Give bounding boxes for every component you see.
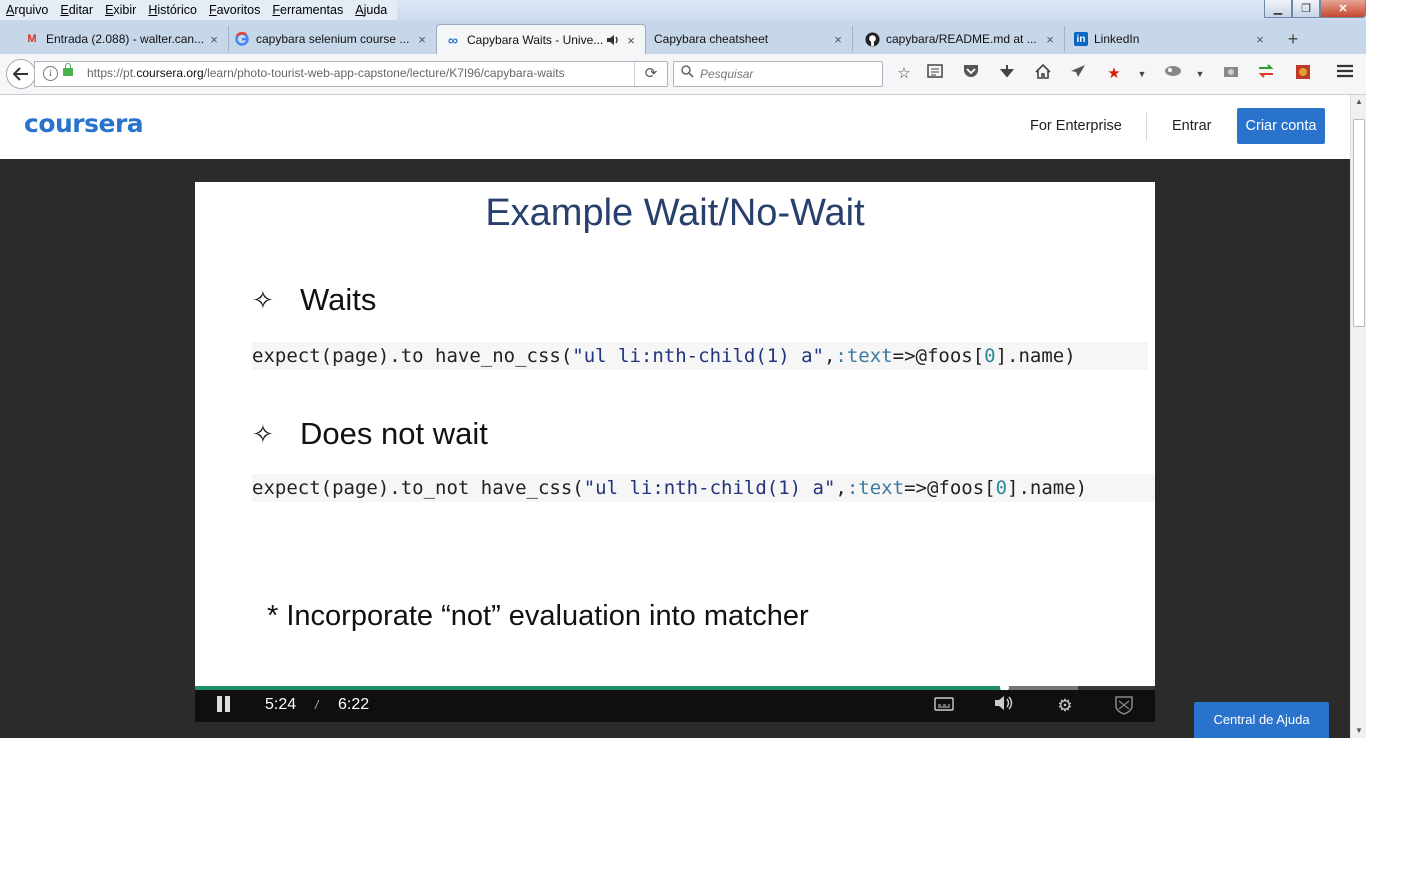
star-bullet-icon: ✧ <box>252 285 274 315</box>
code-line-no-wait: expect(page).to_not have_css("ul li:nth-… <box>252 474 1155 502</box>
slide-note: * Incorporate “not” evaluation into matc… <box>267 600 809 632</box>
page-content: coursera For Enterprise Entrar Criar con… <box>0 95 1350 738</box>
menu-bar: Arquivo Editar Exibir Histórico Favorito… <box>0 0 1366 20</box>
send-icon[interactable] <box>1068 64 1088 84</box>
star-icon[interactable]: ☆ <box>894 64 914 84</box>
tab-title: Entrada (2.088) - walter.can... <box>46 32 205 46</box>
close-tab-icon[interactable]: × <box>623 33 639 48</box>
pocket-icon[interactable] <box>961 64 981 84</box>
menu-historico[interactable]: Histórico <box>142 0 203 20</box>
menu-exibir[interactable]: Exibir <box>99 0 142 20</box>
menu-favoritos[interactable]: Favoritos <box>203 0 266 20</box>
tab-title: LinkedIn <box>1094 32 1140 46</box>
help-center-button[interactable]: Central de Ajuda <box>1194 702 1329 738</box>
tab-gmail[interactable]: M Entrada (2.088) - walter.can... × <box>16 26 229 52</box>
search-icon <box>681 65 694 81</box>
chevron-down-icon[interactable]: ▼ <box>1190 64 1210 84</box>
site-info-icon[interactable]: i <box>43 66 58 81</box>
video-stage: Example Wait/No-Wait ✧ Waits expect(page… <box>0 159 1350 738</box>
login-link[interactable]: Entrar <box>1172 118 1212 134</box>
settings-icon[interactable]: ⚙ <box>1053 695 1077 717</box>
pause-icon[interactable] <box>217 696 231 712</box>
page-scrollbar[interactable]: ▲ ▼ <box>1350 95 1366 738</box>
navigation-bar: i https://pt.coursera.org/learn/photo-to… <box>0 54 1366 95</box>
chevron-down-icon[interactable]: ▼ <box>1132 64 1152 84</box>
tab-linkedin[interactable]: in LinkedIn × <box>1066 26 1274 52</box>
linkedin-icon: in <box>1074 32 1088 46</box>
close-window-button[interactable]: ✕ <box>1320 0 1366 18</box>
tab-title: Capybara Waits - Unive... <box>467 33 604 47</box>
coursera-icon: ∞ <box>448 32 458 48</box>
close-tab-icon[interactable]: × <box>830 32 846 47</box>
bullet-waits: Waits <box>300 282 377 317</box>
close-tab-icon[interactable]: × <box>206 32 222 47</box>
tab-google[interactable]: capybara selenium course ... × <box>226 26 437 52</box>
lock-icon <box>63 63 73 76</box>
tab-title: capybara selenium course ... <box>256 32 410 46</box>
search-placeholder: Pesquisar <box>700 67 754 81</box>
tab-coursera-active[interactable]: ∞ Capybara Waits - Unive... × <box>436 24 646 55</box>
url-bar[interactable]: i https://pt.coursera.org/learn/photo-to… <box>34 61 668 87</box>
search-bar[interactable]: Pesquisar <box>673 61 883 87</box>
site-header: coursera For Enterprise Entrar Criar con… <box>0 95 1350 159</box>
fullscreen-icon[interactable] <box>1112 695 1136 717</box>
tab-capybara-cheatsheet[interactable]: Capybara cheatsheet × <box>646 26 853 52</box>
captions-icon[interactable] <box>932 695 956 717</box>
current-time: 5:24 <box>265 696 297 713</box>
tab-strip: M Entrada (2.088) - walter.can... × capy… <box>0 24 1366 55</box>
star-bullet-icon: ✧ <box>252 419 274 449</box>
code-line-waits: expect(page).to have_no_css("ul li:nth-c… <box>252 342 1148 370</box>
minimize-button[interactable]: ▁ <box>1264 0 1292 18</box>
signup-button[interactable]: Criar conta <box>1237 108 1325 144</box>
gmail-icon: M <box>27 33 37 45</box>
menu-arquivo[interactable]: Arquivo <box>0 0 54 20</box>
bookmark-star-icon[interactable]: ★ <box>1104 64 1124 84</box>
addon-icon[interactable] <box>1293 64 1313 84</box>
close-tab-icon[interactable]: × <box>1042 32 1058 47</box>
for-enterprise-link[interactable]: For Enterprise <box>1030 118 1122 134</box>
new-tab-button[interactable]: + <box>1280 26 1306 52</box>
github-icon <box>864 31 880 47</box>
close-tab-icon[interactable]: × <box>1252 32 1268 47</box>
scrollbar-thumb[interactable] <box>1353 119 1365 327</box>
menu-ferramentas[interactable]: Ferramentas <box>266 0 349 20</box>
scroll-down-icon[interactable]: ▼ <box>1351 724 1366 738</box>
tab-title: Capybara cheatsheet <box>654 32 769 46</box>
restore-button[interactable]: ❐ <box>1292 0 1320 18</box>
video-frame[interactable]: Example Wait/No-Wait ✧ Waits expect(page… <box>195 182 1155 690</box>
download-icon[interactable] <box>997 64 1017 84</box>
speaker-icon[interactable] <box>605 32 621 48</box>
home-icon[interactable] <box>1033 63 1053 84</box>
back-button[interactable] <box>6 59 36 89</box>
google-icon <box>234 31 250 47</box>
time-separator: / <box>315 698 319 712</box>
tab-github[interactable]: capybara/README.md at ... × <box>856 26 1065 52</box>
reload-icon[interactable]: ⟳ <box>634 62 667 86</box>
player-controls: 5:24 / 6:22 ⚙ <box>195 690 1155 722</box>
url-text[interactable]: https://pt.coursera.org/learn/photo-tour… <box>87 66 565 80</box>
duration: 6:22 <box>338 696 370 713</box>
close-tab-icon[interactable]: × <box>414 32 430 47</box>
sync-icon[interactable] <box>1256 64 1276 84</box>
menu-icon[interactable] <box>1335 64 1355 84</box>
volume-icon[interactable] <box>992 695 1016 717</box>
menu-editar[interactable]: Editar <box>54 0 99 20</box>
browser-window: Arquivo Editar Exibir Histórico Favorito… <box>0 0 1366 738</box>
slide-title: Example Wait/No-Wait <box>485 192 865 234</box>
divider <box>1146 113 1147 141</box>
menu-ajuda[interactable]: Ajuda <box>349 0 393 20</box>
extension-icon[interactable] <box>1163 64 1183 84</box>
coursera-logo[interactable]: coursera <box>24 109 144 138</box>
screenshot-icon[interactable] <box>1221 64 1241 84</box>
scroll-up-icon[interactable]: ▲ <box>1351 95 1366 109</box>
bullet-does-not-wait: Does not wait <box>300 416 488 451</box>
tab-title: capybara/README.md at ... <box>886 32 1037 46</box>
reader-icon[interactable] <box>925 64 945 84</box>
